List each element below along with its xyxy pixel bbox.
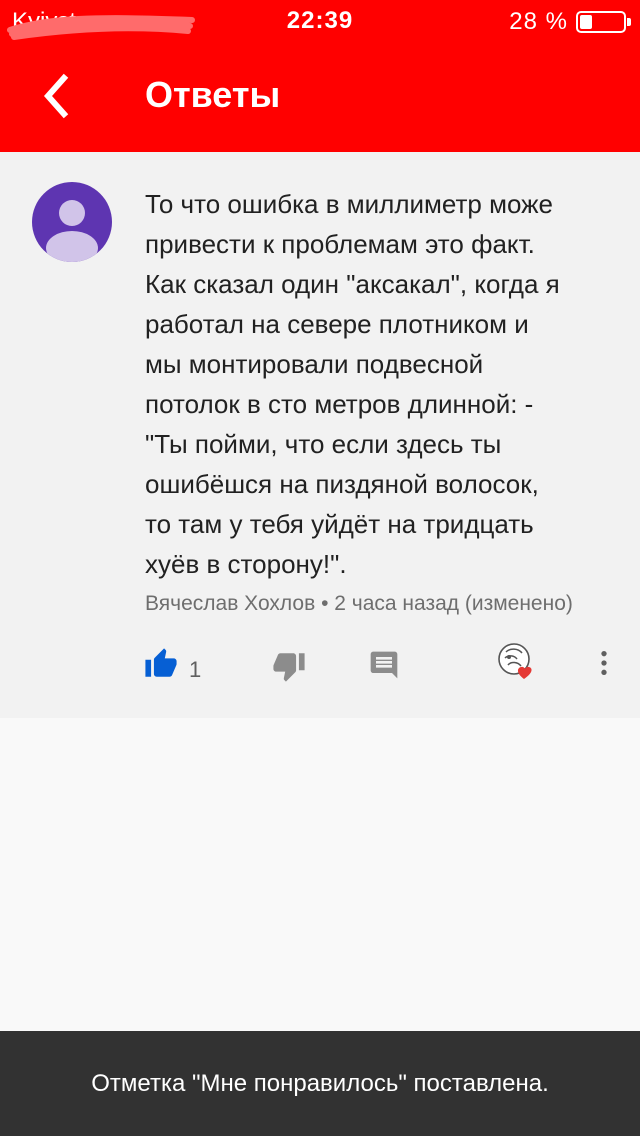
page-title: Ответы <box>145 74 281 115</box>
thumbs-down-icon <box>273 653 305 682</box>
thumbs-up-icon <box>145 648 177 677</box>
comment-line: ошибёшся на пиздяной волосок, <box>145 469 539 499</box>
comment-actions: 1 <box>0 627 640 697</box>
author-name[interactable]: Вячеслав Хохлов <box>145 592 315 615</box>
app-bar: Ответы <box>0 40 640 152</box>
snackbar: Отметка "Мне понравилось" поставлена. <box>0 1031 640 1136</box>
person-icon <box>46 200 98 262</box>
battery-percent: 28 % <box>509 8 568 35</box>
more-options-button[interactable] <box>588 647 620 679</box>
comment-line: привести к проблемам это факт. <box>145 229 535 259</box>
meta-separator: • <box>315 592 335 615</box>
reply-button[interactable] <box>368 649 400 681</box>
snackbar-message: Отметка "Мне понравилось" поставлена. <box>91 1070 549 1097</box>
more-vert-icon <box>601 651 607 675</box>
status-bar: Kyivstar 22:39 28 % <box>0 0 640 40</box>
comment-line: потолок в сто метров длинной: - <box>145 389 534 419</box>
back-button[interactable] <box>28 66 88 126</box>
comment-line: работал на севере плотником и <box>145 309 529 339</box>
comment-line: То что ошибка в миллиметр може <box>145 189 554 219</box>
timestamp: 2 часа назад (изменено) <box>334 592 573 615</box>
comment-line: мы монтировали подвесной <box>145 349 484 379</box>
comment-line: Как сказал один "аксакал", когда я <box>145 269 560 299</box>
creator-heart <box>496 641 540 687</box>
battery-level <box>580 15 592 29</box>
avatar[interactable] <box>32 182 112 262</box>
creator-heart-icon <box>498 643 532 679</box>
comment-line: хуёв в сторону!". <box>145 549 347 579</box>
comment-card: То что ошибка в миллиметр може привести … <box>0 152 640 718</box>
comment-text: То что ошибка в миллиметр може привести … <box>145 184 625 584</box>
comment-meta: Вячеслав Хохлов • 2 часа назад (изменено… <box>145 592 573 616</box>
comment-line: то там у тебя уйдёт на тридцать <box>145 509 534 539</box>
battery-icon <box>576 11 631 33</box>
dislike-button[interactable] <box>272 649 306 683</box>
comment-icon <box>370 651 398 679</box>
like-button[interactable] <box>144 647 178 681</box>
like-count: 1 <box>189 657 202 682</box>
comment-line: "Ты пойми, что если здесь ты <box>145 429 502 459</box>
chevron-left-icon <box>43 73 69 119</box>
